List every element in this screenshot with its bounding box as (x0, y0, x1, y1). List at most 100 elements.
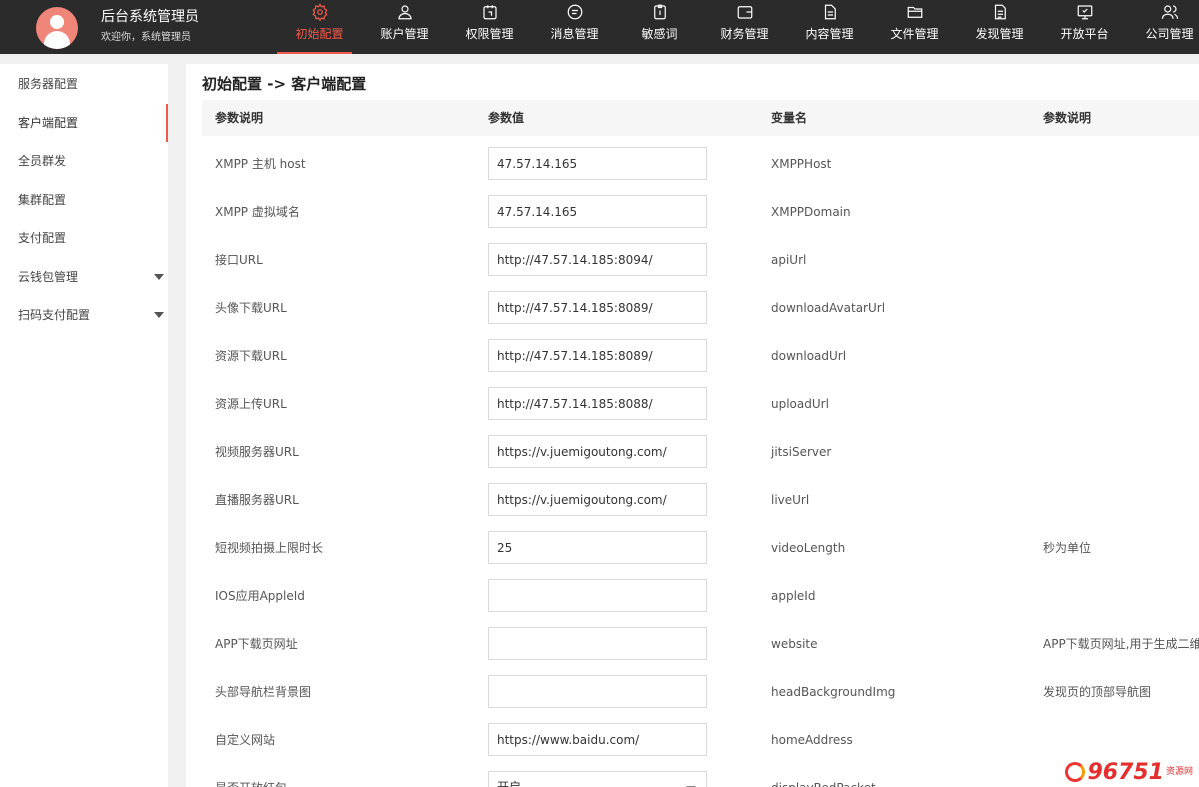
nav-item-4[interactable]: 敏感词 (617, 0, 702, 54)
param-label: 视频服务器URL (215, 445, 299, 459)
var-name: uploadUrl (771, 397, 829, 411)
param-input[interactable] (488, 675, 707, 708)
param-label: XMPP 虚拟域名 (215, 205, 300, 219)
nav-item-label: 账户管理 (380, 27, 429, 41)
param-note: 发现页的顶部导航图 (1043, 685, 1152, 699)
param-label: XMPP 主机 host (215, 157, 306, 171)
nav-item-2[interactable]: 权限管理 (447, 0, 532, 54)
param-input[interactable] (488, 723, 707, 756)
param-input[interactable] (488, 339, 707, 372)
param-input[interactable] (488, 435, 707, 468)
var-name: jitsiServer (771, 445, 832, 459)
watermark: 96751 资源网 (1065, 759, 1193, 785)
wallet-icon (736, 3, 754, 21)
avatar[interactable] (36, 7, 78, 49)
sidebar: 服务器配置客户端配置全员群发集群配置支付配置云钱包管理扫码支付配置 (0, 64, 168, 787)
watermark-text: 96751 (1087, 759, 1164, 785)
param-input[interactable] (488, 243, 707, 276)
table-row: 资源上传URL uploadUrl (202, 380, 1199, 428)
param-label: 自定义网站 (215, 733, 276, 747)
sidebar-item-label: 扫码支付配置 (18, 308, 91, 322)
param-label: 直播服务器URL (215, 493, 299, 507)
param-input[interactable] (488, 387, 707, 420)
nav-item-0[interactable]: 初始配置 (277, 0, 362, 54)
var-name: liveUrl (771, 493, 810, 507)
var-name: appleId (771, 589, 816, 603)
select-value: 开启 (497, 780, 522, 787)
param-note: APP下载页网址,用于生成二维 (1043, 637, 1199, 651)
var-name: XMPPHost (771, 157, 832, 171)
folder-icon (906, 3, 924, 21)
nav-item-6[interactable]: 内容管理 (787, 0, 872, 54)
param-input[interactable] (488, 531, 707, 564)
sidebar-item-0[interactable]: 服务器配置 (0, 65, 168, 103)
table-row: IOS应用AppleId appleId (202, 572, 1199, 620)
var-name: headBackgroundImg (771, 685, 896, 699)
nav-item-label: 内容管理 (805, 27, 854, 41)
nav-item-5[interactable]: 财务管理 (702, 0, 787, 54)
table-row: 资源下载URL downloadUrl (202, 332, 1199, 380)
message-icon (566, 3, 584, 21)
sidebar-item-6[interactable]: 扫码支付配置 (0, 296, 168, 334)
top-bar: 后台系统管理员 欢迎你，系统管理员 初始配置 账户管理 权限管理 消息管理 敏感词 财务管… (0, 0, 1199, 54)
param-input[interactable] (488, 291, 707, 324)
table-row: XMPP 主机 host XMPPHost (202, 140, 1199, 188)
var-name: XMPPDomain (771, 205, 851, 219)
var-name: downloadAvatarUrl (771, 301, 886, 315)
caret-down-icon (154, 273, 164, 280)
admin-title: 后台系统管理员 (101, 9, 199, 25)
table-row: 视频服务器URL jitsiServer (202, 428, 1199, 476)
nav-item-label: 文件管理 (890, 27, 939, 41)
sidebar-item-2[interactable]: 全员群发 (0, 142, 168, 180)
nav-item-10[interactable]: 公司管理 (1127, 0, 1199, 54)
caret-down-icon (154, 312, 164, 318)
table-row: 接口URL apiUrl (202, 236, 1199, 284)
nav-item-3[interactable]: 消息管理 (532, 0, 617, 54)
sidebar-item-label: 客户端配置 (18, 115, 79, 130)
nav-item-9[interactable]: 开放平台 (1042, 0, 1127, 54)
main-nav: 初始配置 账户管理 权限管理 消息管理 敏感词 财务管理 内容管理 文件管理 发现管理 开放平台 公… (277, 0, 1199, 54)
var-name: displayRedPacket (771, 764, 876, 787)
welcome-text: 欢迎你，系统管理员 (101, 32, 191, 43)
nav-item-8[interactable]: 发现管理 (957, 0, 1042, 54)
file-icon (991, 3, 1009, 21)
param-input[interactable] (488, 195, 707, 228)
param-input[interactable] (488, 147, 707, 180)
header-param-note: 参数说明 (1043, 111, 1092, 125)
sidebar-item-5[interactable]: 云钱包管理 (0, 258, 168, 296)
nav-item-label: 消息管理 (550, 27, 599, 41)
table-row: 是否开放红包开启 displayRedPacket (202, 764, 1199, 787)
param-label: 是否开放红包 (215, 764, 287, 787)
users-icon (1161, 3, 1179, 21)
nav-item-label: 权限管理 (465, 27, 514, 41)
sidebar-item-1[interactable]: 客户端配置 (0, 103, 168, 142)
user-icon (396, 3, 414, 21)
param-note: 秒为单位 (1043, 541, 1092, 555)
watermark-logo-icon (1065, 762, 1086, 782)
nav-item-label: 开放平台 (1060, 27, 1109, 41)
param-input[interactable] (488, 483, 707, 516)
clipboard-icon (651, 3, 669, 21)
param-label: IOS应用AppleId (215, 589, 305, 603)
param-input[interactable] (488, 579, 707, 612)
table-row: 头像下载URL downloadAvatarUrl (202, 284, 1199, 332)
param-label: 资源上传URL (215, 397, 287, 411)
sidebar-item-label: 集群配置 (18, 192, 67, 207)
sidebar-item-4[interactable]: 支付配置 (0, 219, 168, 257)
document-icon (821, 3, 839, 21)
table-header: 参数说明 参数值 变量名 参数说明 (202, 100, 1199, 136)
param-label: 短视频拍摄上限时长 (215, 541, 324, 555)
nav-item-7[interactable]: 文件管理 (872, 0, 957, 54)
sidebar-item-label: 云钱包管理 (18, 269, 79, 284)
nav-item-label: 发现管理 (975, 27, 1024, 41)
param-select[interactable]: 开启 (488, 771, 707, 787)
sidebar-item-3[interactable]: 集群配置 (0, 181, 168, 219)
nav-item-label: 公司管理 (1145, 27, 1194, 41)
sidebar-item-label: 全员群发 (18, 154, 67, 168)
sidebar-item-label: 支付配置 (18, 231, 67, 245)
watermark-suffix: 资源网 (1165, 767, 1193, 777)
header-var-name: 变量名 (771, 111, 808, 125)
param-input[interactable] (488, 627, 707, 660)
table-row: 短视频拍摄上限时长 videoLength 秒为单位 (202, 524, 1199, 572)
nav-item-1[interactable]: 账户管理 (362, 0, 447, 54)
